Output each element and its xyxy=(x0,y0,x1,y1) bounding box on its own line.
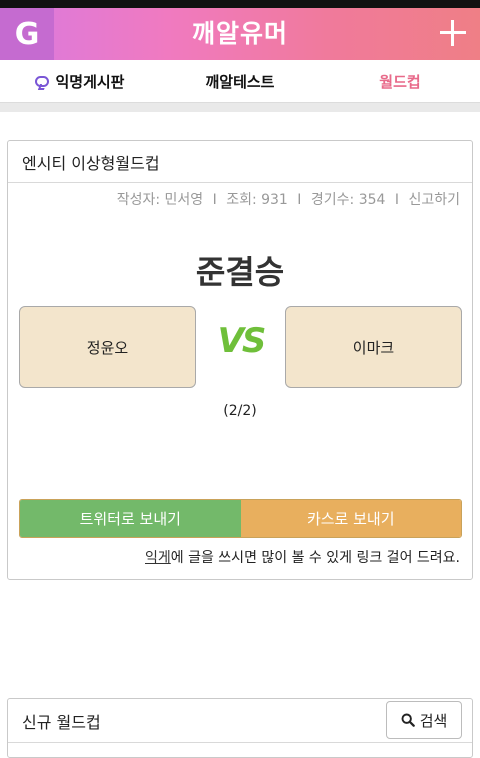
candidate-name: 이마크 xyxy=(352,338,395,357)
worldcup-title: 엔시티 이상형월드컵 xyxy=(8,141,472,183)
candidate-right-button[interactable]: 이마크 xyxy=(285,306,462,388)
status-bar xyxy=(0,0,480,8)
meta-separator: I xyxy=(212,192,217,208)
match-count: 경기수: 354 xyxy=(310,192,386,208)
candidate-left-button[interactable]: 정윤오 xyxy=(19,306,196,388)
app-title[interactable]: 깨알유머 xyxy=(0,8,480,60)
board-note: 익게에 글을 쓰시면 많이 볼 수 있게 링크 걸어 드려요. xyxy=(145,547,460,567)
post-meta: 작성자: 민서영 I 조회: 931 I 경기수: 354 I 신고하기 xyxy=(117,189,460,209)
chat-bubble-icon xyxy=(35,75,50,87)
meta-separator: I xyxy=(297,192,302,208)
report-link[interactable]: 신고하기 xyxy=(408,192,460,208)
board-link[interactable]: 익게 xyxy=(145,550,171,566)
author: 작성자: 민서영 xyxy=(116,192,204,208)
nav-tabs: 익명게시판 깨알테스트 월드컵 xyxy=(0,60,480,102)
candidate-name: 정윤오 xyxy=(86,338,129,357)
new-worldcup-card: 신규 월드컵 검색 xyxy=(7,698,473,758)
share-kakao-button[interactable]: 카스로 보내기 xyxy=(240,500,461,537)
tab-label: 월드컵 xyxy=(379,72,421,91)
tab-label: 깨알테스트 xyxy=(205,72,275,91)
match-progress: (2/2) xyxy=(223,403,257,419)
vs-label: VS xyxy=(217,321,267,361)
search-icon xyxy=(401,713,415,727)
search-label: 검색 xyxy=(419,711,448,730)
note-text: 에 글을 쓰시면 많이 볼 수 있게 링크 걸어 드려요. xyxy=(170,550,460,566)
tab-tests[interactable]: 깨알테스트 xyxy=(160,60,320,102)
app-header: G 깨알유머 xyxy=(0,8,480,60)
new-worldcup-header: 신규 월드컵 검색 xyxy=(8,699,472,743)
round-title: 준결승 xyxy=(195,253,285,291)
view-count: 조회: 931 xyxy=(226,192,288,208)
tab-label: 익명게시판 xyxy=(55,72,125,91)
meta-separator: I xyxy=(394,192,400,208)
share-buttons: 트위터로 보내기 카스로 보내기 xyxy=(19,499,462,538)
tab-worldcup[interactable]: 월드컵 xyxy=(320,60,480,102)
search-button[interactable]: 검색 xyxy=(386,701,462,739)
share-twitter-button[interactable]: 트위터로 보내기 xyxy=(20,500,241,537)
tab-anonymous-board[interactable]: 익명게시판 xyxy=(0,60,160,102)
plus-icon[interactable] xyxy=(438,18,468,48)
worldcup-card: 엔시티 이상형월드컵 작성자: 민서영 I 조회: 931 I 경기수: 354… xyxy=(7,140,473,580)
new-worldcup-title: 신규 월드컵 xyxy=(22,712,101,732)
section-divider xyxy=(0,102,480,112)
